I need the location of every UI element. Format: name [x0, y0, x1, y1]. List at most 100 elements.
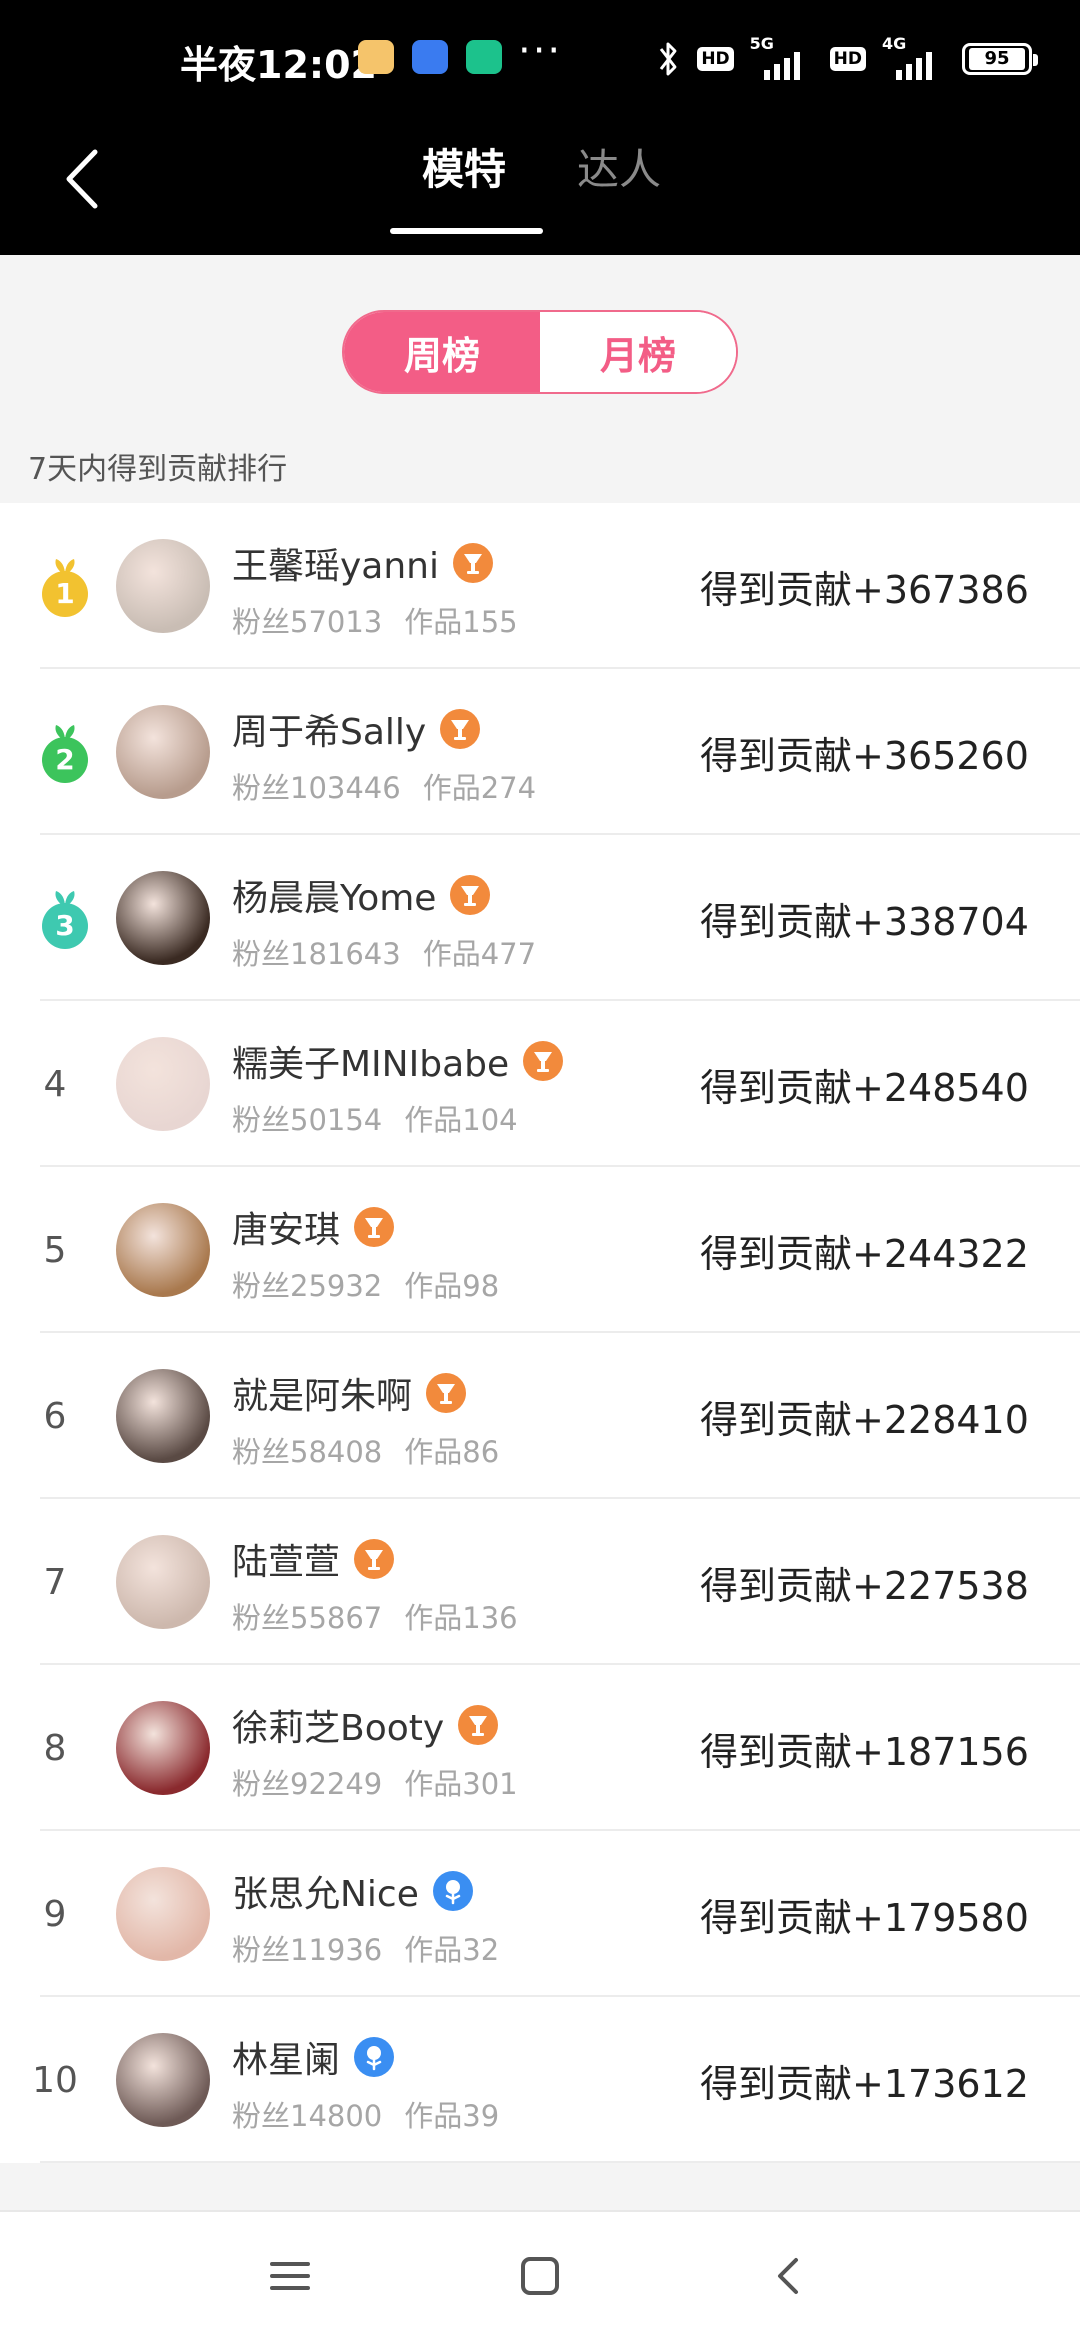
- stats-line: 粉丝57013 作品155: [232, 599, 518, 641]
- works-count: 作品86: [404, 1435, 500, 1469]
- battery-level: 95: [969, 48, 1025, 70]
- ranking-subtitle: 7天内得到贡献排行: [28, 452, 288, 487]
- works-count: 作品155: [404, 605, 518, 639]
- rose-badge-icon: [432, 1871, 473, 1911]
- trophy-badge-icon: [440, 709, 481, 749]
- back-arrow-icon[interactable]: [55, 132, 115, 222]
- user-name[interactable]: 周于希Sally: [232, 703, 426, 755]
- stats-line: 粉丝11936 作品32: [232, 1927, 499, 1969]
- trophy-badge-icon: [458, 1705, 499, 1745]
- stats-line: 粉丝14800 作品39: [232, 2093, 499, 2135]
- user-name[interactable]: 林星阑: [232, 2031, 340, 2083]
- contribution-value: 得到贡献+248540: [700, 1065, 1029, 1110]
- ranking-row[interactable]: 4 糯美子MINIbabe 粉丝50154 作品104 得到贡献+248540: [0, 1001, 1080, 1167]
- more-notifications-icon: ···: [518, 28, 563, 74]
- stats-line: 粉丝181643 作品477: [232, 931, 536, 973]
- avatar[interactable]: [116, 1037, 210, 1131]
- hd-badge: HD: [697, 47, 734, 71]
- avatar[interactable]: [116, 1535, 210, 1629]
- trophy-badge-icon: [354, 1207, 395, 1247]
- user-name[interactable]: 就是阿朱啊: [232, 1367, 412, 1419]
- contribution-value: 得到贡献+227538: [700, 1563, 1029, 1608]
- user-name[interactable]: 张思允Nice: [232, 1865, 419, 1917]
- stats-line: 粉丝103446 作品274: [232, 765, 536, 807]
- name-line: 糯美子MINIbabe: [232, 1035, 565, 1087]
- name-line: 徐莉芝Booty: [232, 1699, 500, 1751]
- contribution-value: 得到贡献+187156: [700, 1729, 1029, 1774]
- avatar[interactable]: [116, 705, 210, 799]
- ranking-list: 1 王馨瑶yanni 粉丝57013 作品155 得到贡献+367386 2 周于希Sall…: [0, 503, 1080, 2163]
- name-line: 林星阑: [232, 2031, 396, 2083]
- ranking-row[interactable]: 7 陆萱萱 粉丝55867 作品136 得到贡献+227538: [0, 1499, 1080, 1665]
- tab-models[interactable]: 模特: [422, 140, 506, 200]
- user-name[interactable]: 糯美子MINIbabe: [232, 1035, 509, 1087]
- user-name[interactable]: 陆萱萱: [232, 1533, 340, 1585]
- works-count: 作品104: [404, 1103, 518, 1137]
- weekly-ranking-button[interactable]: 周榜: [344, 312, 540, 392]
- name-line: 王馨瑶yanni: [232, 537, 495, 589]
- name-line: 就是阿朱啊: [232, 1367, 468, 1419]
- ranking-row[interactable]: 2 周于希Sally 粉丝103446 作品274 得到贡献+365260: [0, 669, 1080, 835]
- ranking-row[interactable]: 8 徐莉芝Booty 粉丝92249 作品301 得到贡献+187156: [0, 1665, 1080, 1831]
- user-name[interactable]: 王馨瑶yanni: [232, 537, 439, 589]
- contribution-value: 得到贡献+228410: [700, 1397, 1029, 1442]
- ranking-row[interactable]: 1 王馨瑶yanni 粉丝57013 作品155 得到贡献+367386: [0, 503, 1080, 669]
- ranking-row[interactable]: 5 唐安琪 粉丝25932 作品98 得到贡献+244322: [0, 1167, 1080, 1333]
- signal-5g-icon: 5G: [750, 34, 814, 80]
- menu-icon[interactable]: [250, 2236, 330, 2316]
- trophy-badge-icon: [426, 1373, 467, 1413]
- avatar[interactable]: [116, 1369, 210, 1463]
- stats-line: 粉丝58408 作品86: [232, 1429, 499, 1471]
- back-chevron-icon[interactable]: [750, 2236, 830, 2316]
- name-line: 周于希Sally: [232, 703, 482, 755]
- rank-number: 3: [42, 903, 88, 949]
- rank-number: 6: [43, 1395, 67, 1437]
- ranking-row[interactable]: 6 就是阿朱啊粉丝58408 作品86 得到贡献+228410: [0, 1333, 1080, 1499]
- contribution-value: 得到贡献+367386: [700, 567, 1029, 612]
- ranking-row[interactable]: 3 杨晨晨Yome 粉丝181643 作品477 得到贡献+338704: [0, 835, 1080, 1001]
- stats-line: 粉丝92249 作品301: [232, 1761, 518, 1803]
- ranking-row[interactable]: 10 林星阑粉丝14800 作品39 得到贡献+173612: [0, 1997, 1080, 2163]
- monthly-ranking-button[interactable]: 月榜: [540, 312, 736, 392]
- battery-icon: 95: [962, 43, 1038, 75]
- trophy-badge-icon: [523, 1041, 564, 1081]
- name-line: 陆萱萱: [232, 1533, 396, 1585]
- rank-number: 8: [43, 1727, 67, 1769]
- title-bar: 模特 达人: [0, 120, 1080, 255]
- user-name[interactable]: 唐安琪: [232, 1201, 340, 1253]
- rank-number: 4: [43, 1063, 67, 1105]
- avatar[interactable]: [116, 539, 210, 633]
- tab-influencers[interactable]: 达人: [577, 140, 661, 200]
- period-toggle: 周榜 月榜: [342, 310, 738, 394]
- ranking-row[interactable]: 9 张思允Nice 粉丝11936 作品32 得到贡献+179580: [0, 1831, 1080, 1997]
- works-count: 作品477: [422, 937, 537, 971]
- hd-badge: HD: [829, 47, 866, 71]
- avatar[interactable]: [116, 2033, 210, 2127]
- avatar[interactable]: [116, 1867, 210, 1961]
- stats-line: 粉丝50154 作品104: [232, 1097, 518, 1139]
- rank-number: 10: [32, 2059, 78, 2101]
- notification-icons: [358, 40, 502, 74]
- app-notification-icon: [466, 40, 502, 74]
- name-line: 张思允Nice: [232, 1865, 475, 1917]
- contribution-value: 得到贡献+179580: [700, 1895, 1029, 1940]
- user-name[interactable]: 徐莉芝Booty: [232, 1699, 444, 1751]
- works-count: 作品301: [404, 1767, 518, 1801]
- status-indicators: HD 5G HD 4G 95: [655, 34, 1038, 80]
- fans-count: 粉丝57013: [232, 605, 383, 639]
- works-count: 作品98: [404, 1269, 500, 1303]
- avatar[interactable]: [116, 871, 210, 965]
- avatar[interactable]: [116, 1203, 210, 1297]
- home-square-icon[interactable]: [500, 2236, 580, 2316]
- bluetooth-icon: [660, 42, 677, 76]
- contribution-value: 得到贡献+173612: [700, 2061, 1029, 2106]
- name-line: 杨晨晨Yome: [232, 869, 492, 921]
- rank-number: 2: [42, 737, 88, 783]
- signal-4g-icon: 4G: [882, 34, 946, 80]
- fans-count: 粉丝181643: [232, 937, 401, 971]
- avatar[interactable]: [116, 1701, 210, 1795]
- fans-count: 粉丝58408: [232, 1435, 383, 1469]
- stats-line: 粉丝25932 作品98: [232, 1263, 499, 1305]
- trophy-badge-icon: [450, 875, 491, 915]
- user-name[interactable]: 杨晨晨Yome: [232, 869, 436, 921]
